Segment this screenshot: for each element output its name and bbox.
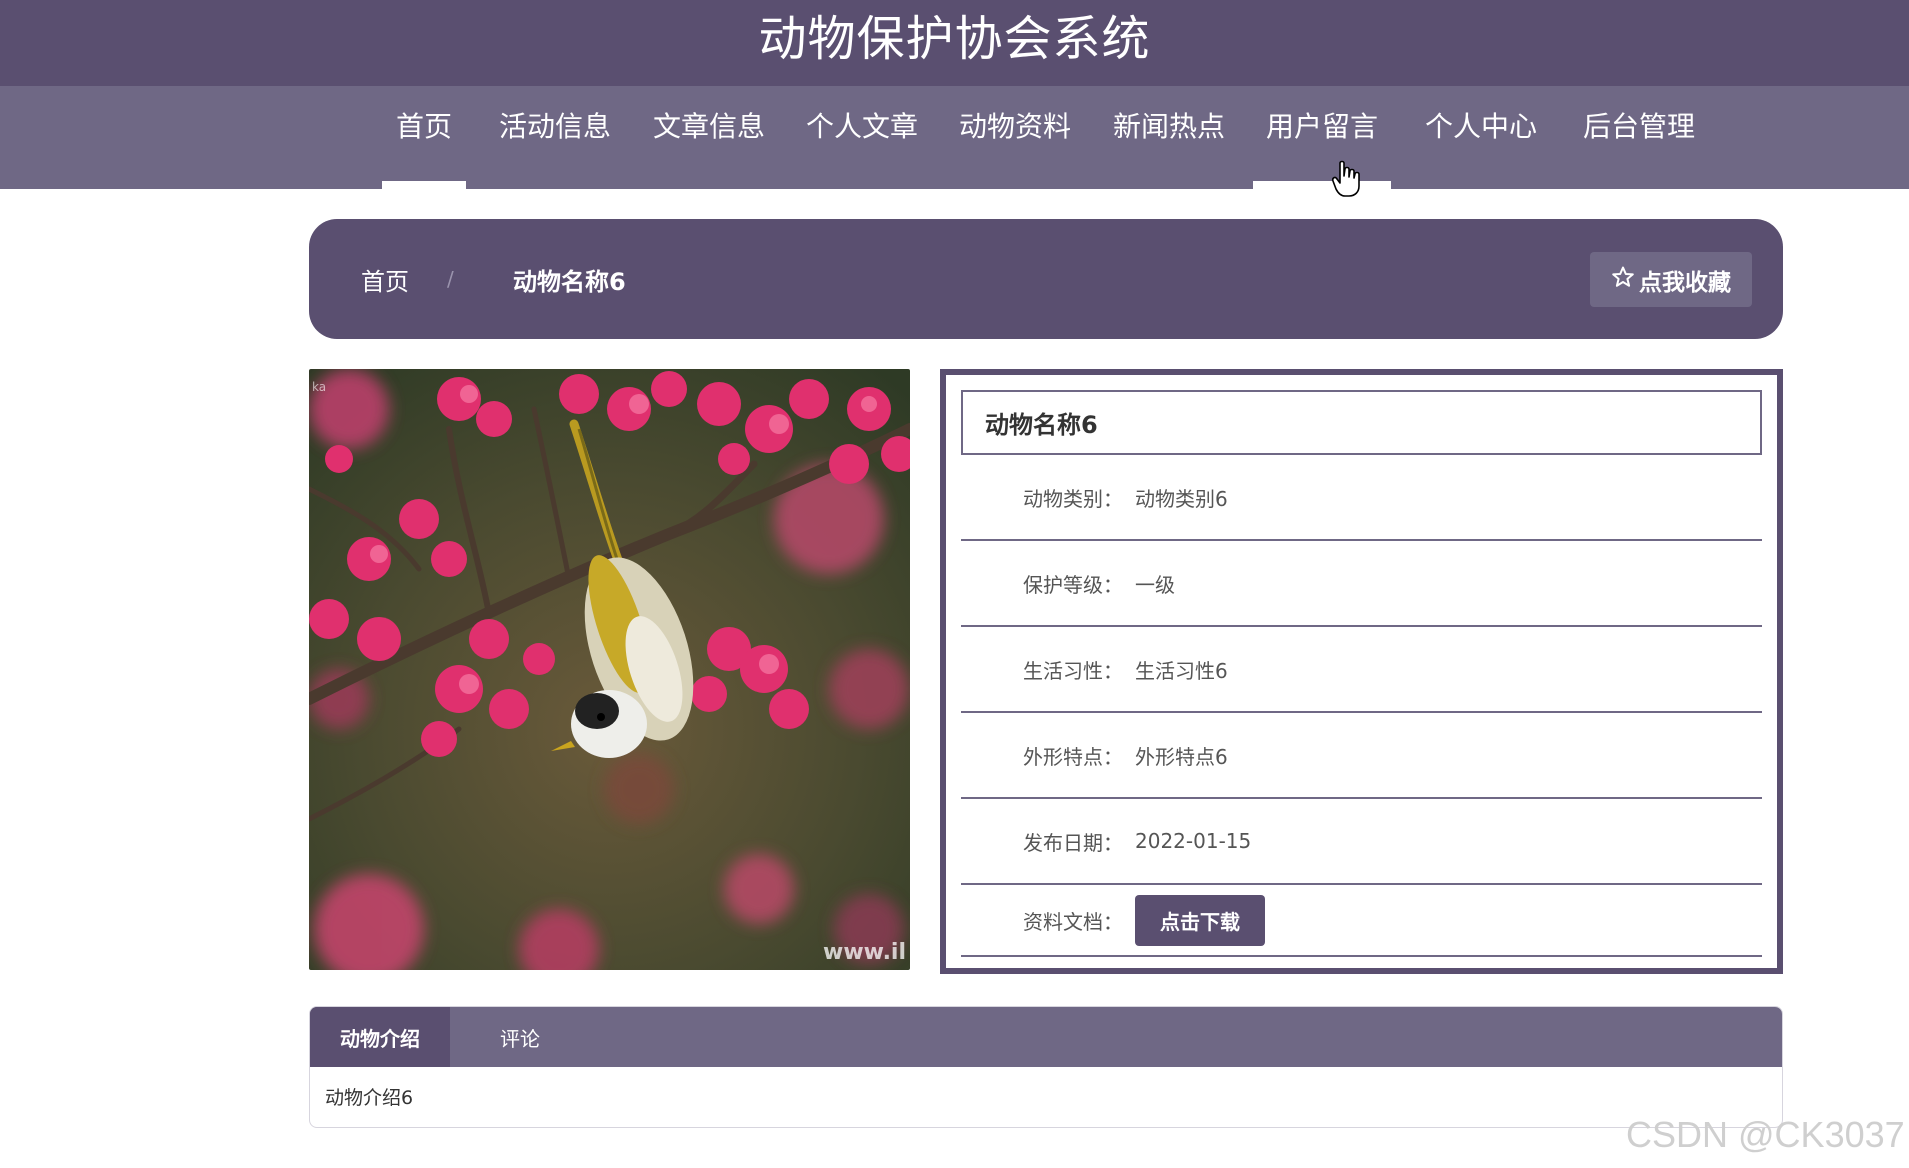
detail-row-publish-date: 发布日期： 2022-01-15 [961,799,1762,885]
csdn-watermark: CSDN @CK3037 [1626,1114,1905,1155]
detail-value: 外形特点6 [1135,744,1228,769]
detail-row-protection-level: 保护等级： 一级 [961,541,1762,627]
site-title: 动物保护协会系统 [758,11,1151,67]
nav-item-personal-center[interactable]: 个人中心 [1422,86,1540,189]
detail-label: 外形特点： [1023,744,1123,769]
animal-name-heading: 动物名称6 [961,390,1762,455]
tab-comments[interactable]: 评论 [450,1007,590,1067]
breadcrumb-current: 动物名称6 [513,267,626,296]
nav-item-activities[interactable]: 活动信息 [496,86,614,189]
detail-value: 2022-01-15 [1135,829,1252,853]
animal-details-panel: 动物名称6 动物类别： 动物类别6 保护等级： 一级 生活习性： 生活习性6 外… [940,369,1783,974]
detail-label: 生活习性： [1023,658,1123,683]
breadcrumb: 首页 / 动物名称6 点我收藏 [309,219,1783,339]
detail-row-appearance: 外形特点： 外形特点6 [961,713,1762,799]
nav-item-admin[interactable]: 后台管理 [1580,86,1698,189]
main-nav: 首页 活动信息 文章信息 个人文章 动物资料 新闻热点 用户留言 个人中心 后台… [0,86,1909,189]
detail-value: 动物类别6 [1135,486,1228,511]
nav-item-articles[interactable]: 文章信息 [650,86,768,189]
hand-cursor-icon [1331,160,1361,202]
nav-item-user-messages[interactable]: 用户留言 [1253,86,1391,189]
detail-row-habits: 生活习性： 生活习性6 [961,627,1762,713]
tab-card: 动物介绍 评论 动物介绍6 [309,1006,1783,1128]
nav-item-news[interactable]: 新闻热点 [1110,86,1228,189]
site-header: 动物保护协会系统 [0,0,1909,86]
favorite-button[interactable]: 点我收藏 [1590,252,1752,307]
breadcrumb-home-link[interactable]: 首页 [361,219,409,339]
detail-value: 生活习性6 [1135,658,1228,683]
star-outline-icon [1611,265,1635,295]
detail-label: 资料文档： [1023,909,1123,934]
detail-row-category: 动物类别： 动物类别6 [961,455,1762,541]
tab-bar: 动物介绍 评论 [310,1007,1782,1067]
breadcrumb-separator: / [447,267,454,291]
detail-label: 发布日期： [1023,830,1123,855]
detail-value: 一级 [1135,572,1175,597]
nav-item-home[interactable]: 首页 [382,86,466,189]
photo-watermark: www.il [823,940,906,965]
download-button[interactable]: 点击下载 [1135,894,1265,946]
detail-row-document: 资料文档： 点击下载 [961,885,1762,957]
tab-content: 动物介绍6 [325,1087,414,1109]
tab-animal-intro[interactable]: 动物介绍 [310,1007,450,1067]
detail-label: 动物类别： [1023,486,1123,511]
nav-item-personal-articles[interactable]: 个人文章 [803,86,921,189]
animal-photo: www.il ka [309,369,910,970]
detail-label: 保护等级： [1023,572,1123,597]
nav-item-animal-info[interactable]: 动物资料 [956,86,1074,189]
favorite-button-label: 点我收藏 [1639,269,1731,296]
photo-corner-text: ka [312,380,326,394]
